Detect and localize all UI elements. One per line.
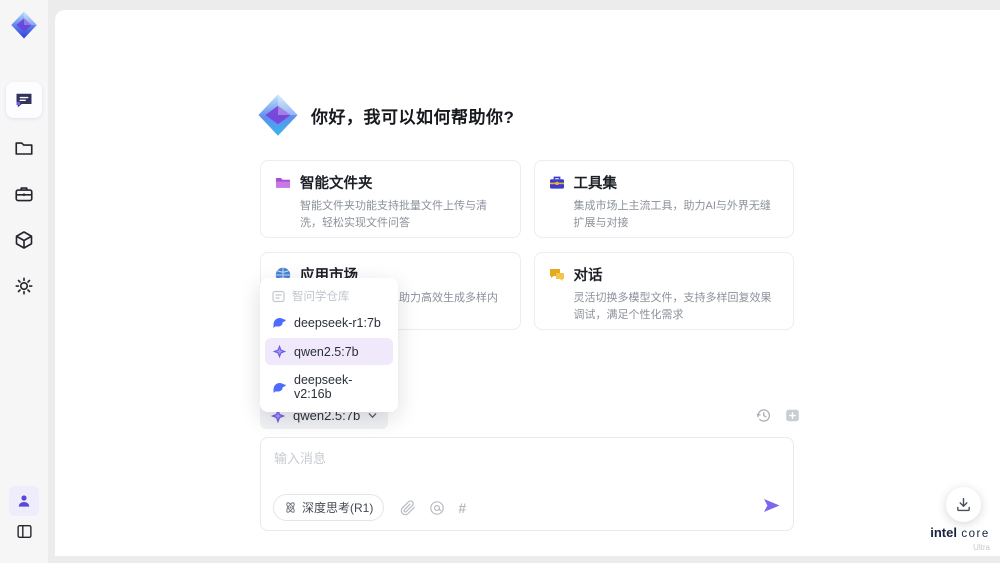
download-button[interactable] [946, 487, 981, 522]
message-input[interactable]: 输入消息 [274, 448, 326, 467]
dialog-icon [549, 268, 564, 281]
card-smart-folder[interactable]: 智能文件夹 智能文件夹功能支持批量文件上传与清洗，轻松实现文件问答 [260, 160, 521, 238]
folder-icon [15, 142, 33, 155]
intel-logo-text: intel [930, 525, 957, 540]
model-option-label: deepseek-v2:16b [294, 373, 353, 401]
model-option-qwen[interactable]: qwen2.5:7b [265, 338, 393, 365]
greeting-title: 你好，我可以如何帮助你? [311, 107, 515, 127]
sidebar-item-toolbox[interactable] [6, 176, 42, 212]
sidebar-item-models[interactable] [6, 222, 42, 258]
greeting: 你好，我可以如何帮助你? [255, 92, 514, 138]
deepseek-icon [273, 382, 287, 393]
deepseek-icon [273, 318, 287, 328]
qwen-icon [272, 344, 287, 359]
paperclip-icon[interactable] [400, 499, 416, 516]
card-toolset[interactable]: 工具集 集成市场上主流工具，助力AI与外界无缝扩展与对接 [533, 160, 794, 238]
model-option-label: deepseek-r1:7b [294, 315, 381, 330]
sidebar [0, 0, 48, 563]
toolset-icon [549, 176, 564, 189]
composer-toolbar: 深度思考(R1) # [273, 494, 781, 521]
gear-icon [15, 277, 33, 295]
hash-icon[interactable]: # [458, 500, 466, 516]
intel-core-badge: intel core Ultra [924, 524, 996, 552]
card-desc: 智能文件夹功能支持批量文件上传与清洗，轻松实现文件问答 [300, 200, 487, 229]
card-dialog[interactable]: 对话 灵活切换多模型文件，支持多样回复效果调试，满足个性化需求 [533, 252, 794, 330]
smart-folder-icon [276, 177, 290, 188]
chat-icon [16, 93, 32, 108]
app-window: 你好，我可以如何帮助你? 智能文件夹 智能文件夹功能支持批量文件上传与清洗，轻松… [0, 0, 1000, 563]
card-desc: 灵活切换多模型文件，支持多样回复效果调试，满足个性化需求 [573, 292, 772, 321]
card-title: 对话 [573, 268, 603, 284]
model-option-deepseek-r1[interactable]: deepseek-r1:7b [265, 309, 393, 336]
card-desc: 集成市场上主流工具，助力AI与外界无缝扩展与对接 [573, 200, 771, 229]
chat-actions [755, 407, 801, 424]
sidebar-item-settings[interactable] [6, 268, 42, 304]
model-option-label: qwen2.5:7b [294, 344, 359, 359]
send-icon [764, 498, 780, 512]
deep-think-toggle[interactable]: 深度思考(R1) [273, 494, 385, 521]
user-icon [18, 495, 30, 507]
dropdown-header: 智问学仓库 [265, 283, 393, 307]
card-title: 智能文件夹 [300, 176, 373, 192]
history-icon[interactable] [755, 407, 772, 424]
knowledge-base-icon [272, 290, 285, 302]
sidebar-item-collapse[interactable] [9, 516, 39, 546]
tier-label: Ultra [973, 543, 990, 552]
composer-icons: # [400, 499, 466, 516]
model-option-deepseek-v2[interactable]: deepseek-v2:16b [265, 367, 393, 407]
send-button[interactable] [762, 496, 781, 520]
main-panel: 你好，我可以如何帮助你? 智能文件夹 智能文件夹功能支持批量文件上传与清洗，轻松… [55, 10, 1000, 556]
app-logo-icon [11, 11, 37, 39]
cube-icon [15, 231, 33, 249]
model-dropdown: 智问学仓库 deepseek-r1:7b qwen2.5:7b deepseek… [260, 278, 398, 412]
briefcase-icon [15, 187, 33, 202]
atom-icon [286, 502, 295, 513]
assistant-logo-icon [258, 94, 298, 136]
dropdown-header-label: 智问学仓库 [292, 291, 350, 303]
core-logo-text: core [961, 528, 990, 540]
sidebar-item-chat[interactable] [6, 82, 42, 118]
mention-icon[interactable] [429, 500, 445, 516]
panel-icon [16, 524, 32, 538]
sidebar-item-account[interactable] [9, 486, 39, 516]
download-icon [957, 497, 970, 512]
deep-think-label: 深度思考(R1) [302, 501, 374, 515]
message-composer[interactable]: 输入消息 深度思考(R1) # [260, 437, 794, 531]
card-title: 工具集 [573, 176, 618, 192]
new-window-icon[interactable] [784, 407, 801, 424]
sidebar-item-folders[interactable] [6, 130, 42, 166]
